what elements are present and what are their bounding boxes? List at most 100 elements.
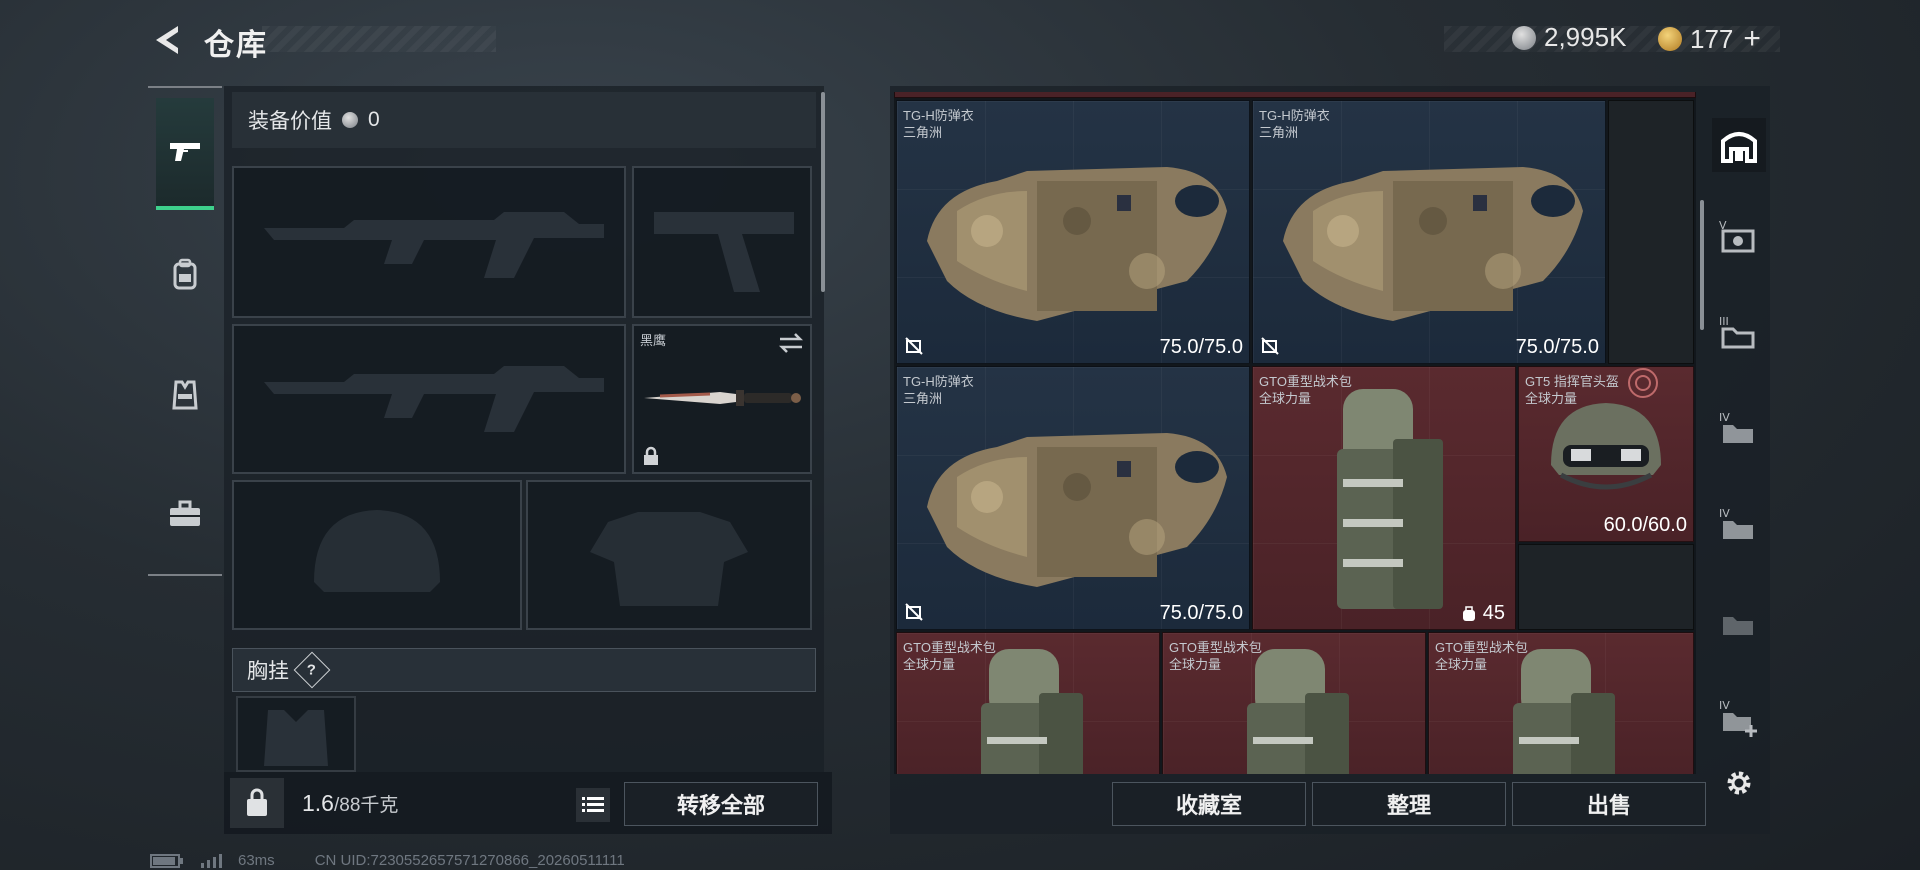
add-token-icon[interactable]: +	[1743, 22, 1761, 56]
token-icon	[1658, 27, 1682, 51]
status-bar: 63ms CN UID:7230552657571270866_20260511…	[150, 852, 625, 869]
secondary-weapon-slot[interactable]	[232, 324, 626, 474]
pistol-icon	[170, 143, 200, 161]
helmet-silhouette-icon	[314, 510, 440, 592]
inventory-item[interactable]: TG-H防弹衣 三角洲 75.0/75.0	[1252, 100, 1606, 364]
melee-name: 黑鹰	[640, 333, 667, 348]
storage-tab-4a[interactable]: IV	[1712, 402, 1766, 456]
primary-weapon-slot[interactable]	[232, 166, 626, 318]
page-title: 仓库	[204, 29, 268, 62]
durability: 60.0/60.0	[1603, 514, 1687, 536]
settings-button[interactable]	[1724, 768, 1754, 798]
body-armor-icon	[927, 433, 1227, 587]
storage-tab-main[interactable]	[1712, 118, 1766, 172]
capacity: 45	[1461, 602, 1505, 625]
equipment-scrollbar[interactable]	[821, 92, 825, 292]
no-repair-icon	[905, 337, 923, 355]
weight-lock-button[interactable]	[230, 778, 284, 828]
durability: 75.0/75.0	[1515, 336, 1599, 358]
warehouse-icon	[1721, 132, 1757, 163]
chest-rig-section: 胸挂 ?	[232, 648, 816, 692]
backpack-icon	[1513, 649, 1615, 774]
chest-rig-silhouette-icon	[264, 710, 328, 766]
body-armor-icon	[1283, 167, 1583, 321]
nav-weapons[interactable]	[156, 98, 214, 210]
rifle-silhouette-icon	[264, 366, 604, 432]
storage-folder-icon	[1723, 617, 1753, 635]
token-balance[interactable]: 177 +	[1658, 22, 1761, 56]
inventory-item[interactable]: GTO重型战术包 全球力量	[1162, 632, 1426, 774]
inventory-item[interactable]: GTO重型战术包 全球力量 45	[1252, 366, 1516, 630]
armor-slot[interactable]	[526, 480, 812, 630]
vest-icon	[172, 380, 198, 410]
svg-text:III: III	[1719, 315, 1729, 328]
sell-button[interactable]: 出售	[1512, 782, 1706, 826]
no-repair-icon	[1261, 337, 1279, 355]
svg-text:IV: IV	[1719, 507, 1730, 520]
storage-folder-icon: IV	[1719, 507, 1753, 539]
coin-amount: 2,995K	[1544, 22, 1627, 52]
inventory-item[interactable]: GTO重型战术包 全球力量	[896, 632, 1160, 774]
organize-button[interactable]: 整理	[1312, 782, 1506, 826]
storage-tab-extra[interactable]	[1712, 594, 1766, 648]
helmet-slot[interactable]	[232, 480, 522, 630]
storage-tab-4b[interactable]: IV	[1712, 498, 1766, 552]
list-view-button[interactable]	[576, 788, 610, 822]
durability: 75.0/75.0	[1159, 602, 1243, 624]
inventory-item[interactable]: TG-H防弹衣 三角洲 75.0/75.0	[896, 100, 1250, 364]
inventory-grid: TG-H防弹衣 三角洲 75.0/75.0 TG-H防弹衣 三角洲 75.0/7…	[894, 92, 1696, 774]
storage-tab-5[interactable]: V	[1712, 210, 1766, 264]
transfer-all-button[interactable]: 转移全部	[624, 782, 818, 826]
collection-room-button[interactable]: 收藏室	[1112, 782, 1306, 826]
backpack-icon	[173, 258, 197, 290]
armor-silhouette-icon	[590, 512, 748, 606]
coin-icon	[342, 112, 358, 128]
rifle-silhouette-icon	[264, 212, 604, 278]
storage-folder-icon: III	[1719, 315, 1755, 349]
storage-folder-icon: IV	[1719, 411, 1753, 443]
back-button[interactable]	[148, 22, 184, 58]
coin-balance: 2,995K	[1512, 22, 1626, 53]
toolbox-icon	[170, 500, 200, 526]
nav-vest[interactable]	[156, 338, 214, 450]
battery-icon	[150, 853, 183, 868]
inventory-item[interactable]: GTO重型战术包 全球力量	[1428, 632, 1694, 774]
equipment-value-label: 装备价值	[248, 110, 332, 133]
inventory-item[interactable]: GT5 指挥官头盔 全球力量 60.0/60.0	[1518, 366, 1694, 542]
help-icon[interactable]: ?	[293, 651, 331, 689]
backpack-icon	[981, 649, 1083, 774]
inventory-scrollbar[interactable]	[1700, 200, 1704, 330]
svg-text:IV: IV	[1719, 411, 1730, 424]
backpack-icon	[1247, 649, 1349, 774]
chest-rig-slot[interactable]	[236, 696, 356, 772]
equipment-value-bar: 装备价值 0	[232, 92, 816, 148]
empty-cell[interactable]	[1518, 544, 1694, 630]
right-storage-nav: V III IV IV IV	[1706, 110, 1772, 750]
inventory-item[interactable]: TG-H防弹衣 三角洲 75.0/75.0	[896, 366, 1250, 630]
empty-cell[interactable]	[1608, 100, 1694, 364]
melee-slot[interactable]: 黑鹰	[632, 324, 812, 474]
back-arrow-icon	[156, 26, 178, 54]
nav-toolbox[interactable]	[156, 458, 214, 570]
swap-icon[interactable]	[778, 332, 804, 354]
carry-weight-current: 1.6	[302, 790, 334, 816]
backpack-icon	[1337, 389, 1443, 609]
left-category-nav	[148, 86, 222, 576]
coin-icon	[1512, 25, 1536, 50]
pistol-slot[interactable]	[632, 166, 812, 318]
partial-row-top	[894, 92, 1696, 98]
storage-tab-add[interactable]: IV	[1712, 690, 1766, 744]
ping: 63ms	[238, 852, 275, 869]
signal-icon	[201, 853, 222, 868]
storage-tab-3[interactable]: III	[1712, 306, 1766, 360]
list-icon	[582, 797, 604, 812]
svg-text:IV: IV	[1719, 699, 1730, 712]
weight-icon	[247, 788, 267, 816]
gear-icon	[1727, 771, 1751, 795]
capacity-icon	[1462, 605, 1475, 621]
token-amount: 177	[1690, 23, 1734, 54]
equipment-value: 0	[368, 108, 380, 131]
knife-icon	[644, 390, 801, 406]
user-uid: CN UID:7230552657571270866_20260511111	[314, 852, 625, 869]
nav-backpack[interactable]	[156, 218, 214, 330]
